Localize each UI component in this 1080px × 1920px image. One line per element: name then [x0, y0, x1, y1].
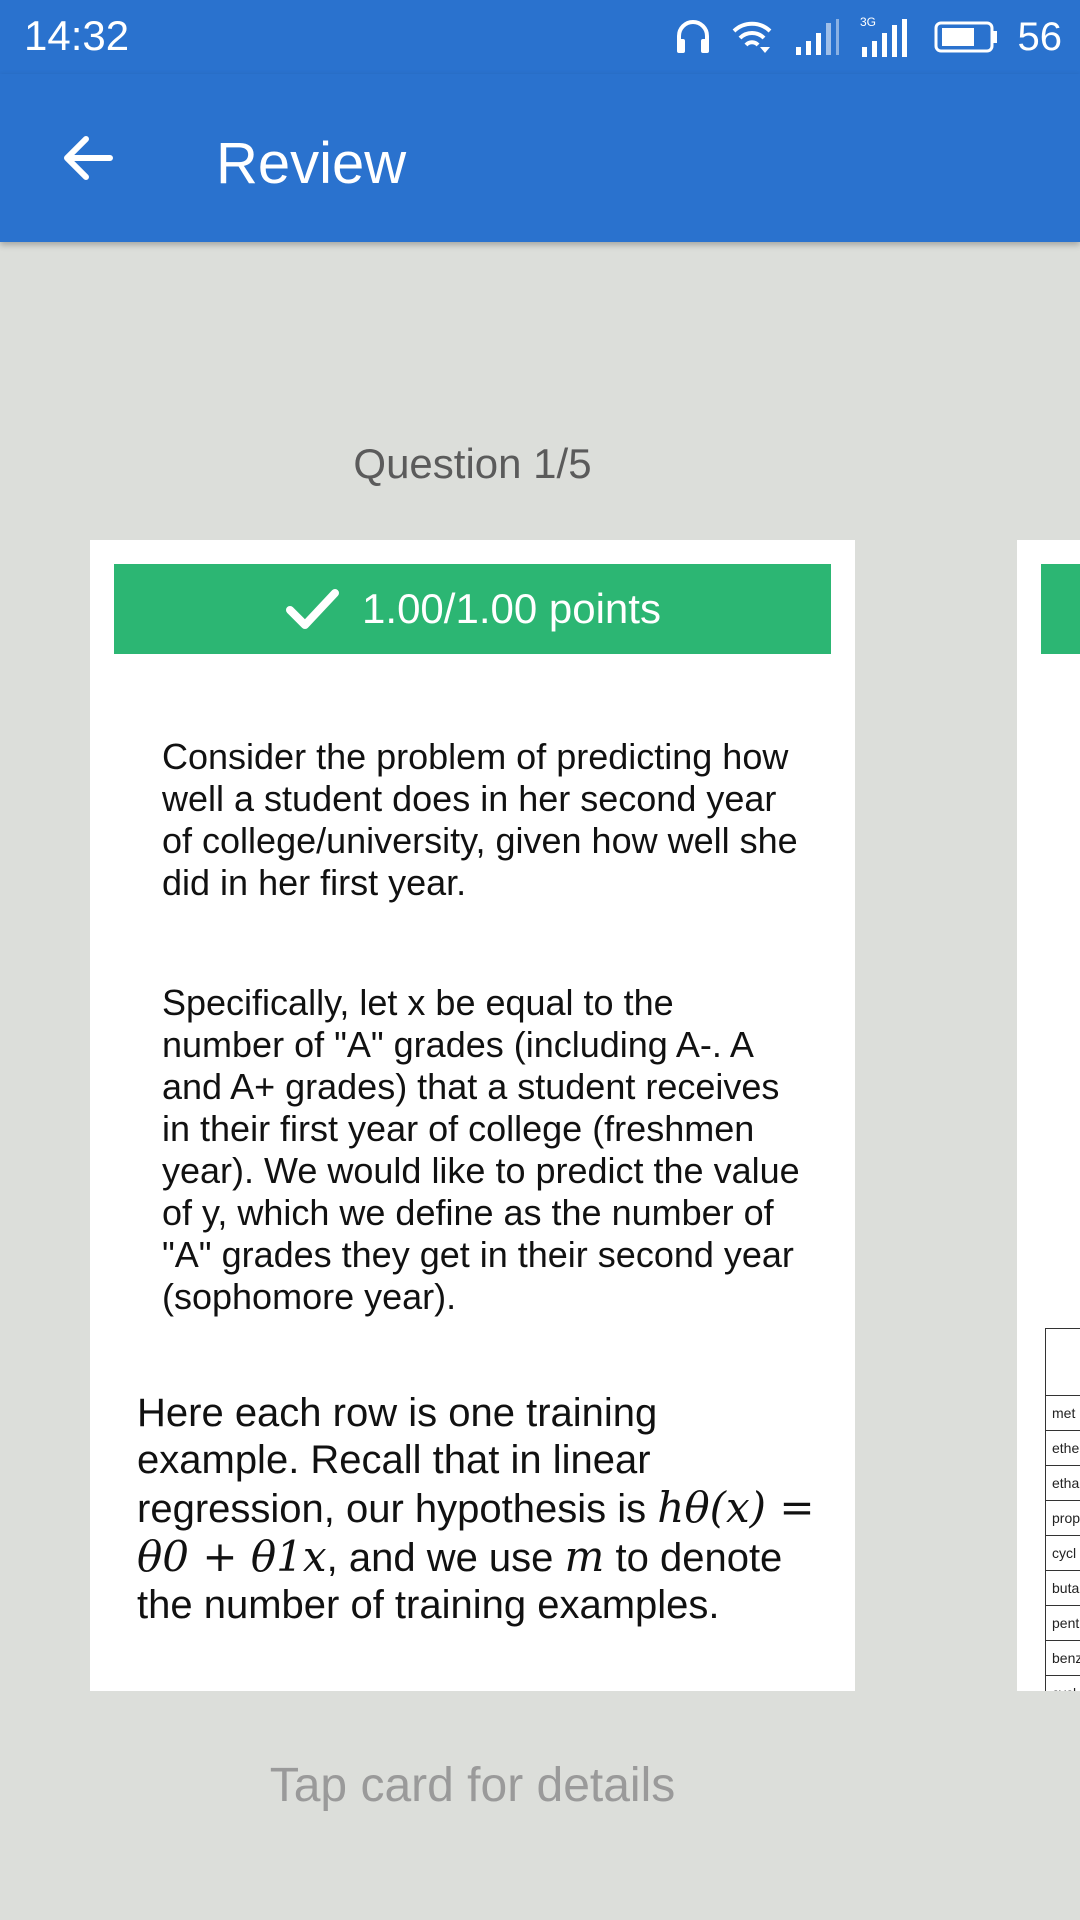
question-paragraph-3: Here each row is one training example. R…: [137, 1390, 817, 1629]
signal-icon: [792, 17, 842, 57]
network-label: 3G: [860, 15, 876, 29]
table-cell: etha: [1045, 1465, 1080, 1501]
table-cell: buta: [1045, 1570, 1080, 1606]
headphones-icon: [674, 17, 712, 57]
next-score-banner: [1041, 564, 1080, 654]
table-cell: prop: [1045, 1500, 1080, 1536]
table-cell: cycl: [1045, 1675, 1080, 1691]
question-counter: Question 1/5: [353, 440, 592, 487]
table-cell: benz: [1045, 1640, 1080, 1676]
status-time: 14:32: [24, 12, 130, 59]
paragraph-3-text-before: Here each row is one training example. R…: [137, 1391, 658, 1531]
table-cell: cycl: [1045, 1535, 1080, 1571]
arrow-left-icon: [64, 136, 113, 180]
score-label: 1.00/1.00 points: [362, 585, 661, 632]
question-card[interactable]: 1.00/1.00 points Consider the problem of…: [90, 540, 855, 1691]
m-symbol: m: [564, 1532, 605, 1581]
next-card-table: met ethe etha prop cycl buta pent benz c…: [1045, 1328, 1080, 1691]
status-icons: 3G 56: [674, 12, 1063, 62]
tap-hint: Tap card for details: [269, 1759, 676, 1812]
next-question-card[interactable]: met ethe etha prop cycl buta pent benz c…: [1017, 540, 1080, 1691]
checkmark-icon: [286, 589, 340, 629]
question-paragraph-2: Specifically, let x be equal to the numb…: [162, 982, 800, 1317]
table-header-cell: [1045, 1328, 1080, 1396]
back-button[interactable]: [48, 118, 128, 198]
question-paragraph-1: Consider the problem of predicting how w…: [162, 736, 798, 903]
app-bar: Review: [0, 74, 1080, 242]
table-cell: met: [1045, 1395, 1080, 1431]
battery-level: 56: [1017, 14, 1063, 59]
paragraph-3-text-mid: , and we use: [326, 1536, 565, 1580]
wifi-icon: [730, 17, 774, 57]
score-banner: 1.00/1.00 points: [114, 564, 831, 654]
status-bar: 14:32 3G 56: [0, 0, 1080, 74]
table-cell: pent: [1045, 1605, 1080, 1641]
battery-icon: [934, 20, 1000, 54]
page-title: Review: [216, 131, 407, 196]
signal-3g-icon: 3G: [860, 15, 916, 59]
table-cell: ethe: [1045, 1430, 1080, 1466]
